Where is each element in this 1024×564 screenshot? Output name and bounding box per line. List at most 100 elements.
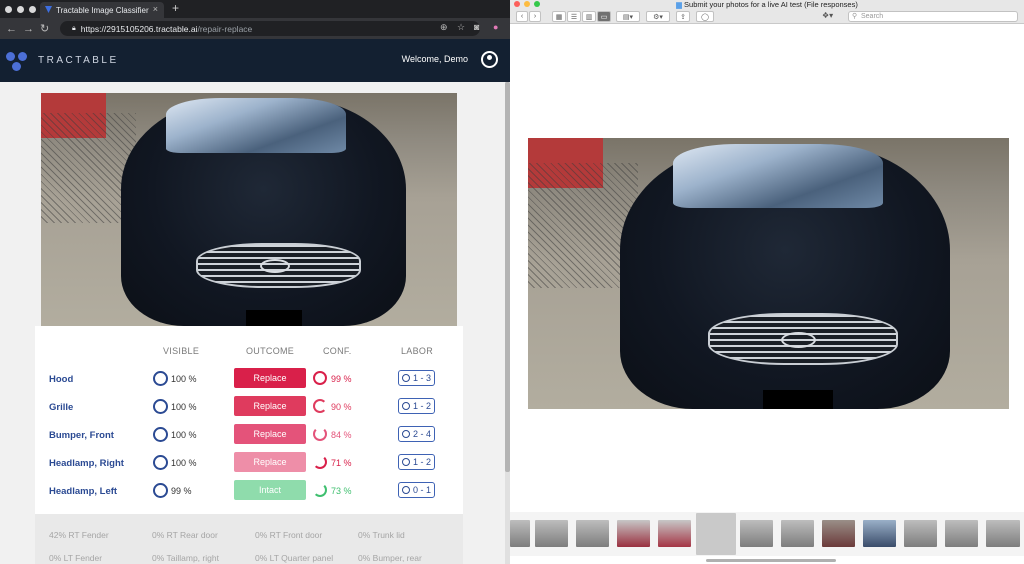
other-part: 0% LT Quarter panel [255,553,334,563]
browser-tab[interactable]: Tractable Image Classifier × [40,2,164,18]
visible-value: 100 % [171,402,197,412]
extension-icon[interactable]: ● [493,22,498,32]
search-input[interactable]: ⚲ Search [848,11,1018,22]
table-row[interactable]: Bumper, Front 100 % Replace 84 % 2 - 4 [35,422,463,450]
hyundai-badge-icon [781,332,816,348]
part-name: Headlamp, Right [49,458,124,469]
table-row[interactable]: Grille 100 % Replace 90 % 1 - 2 [35,394,463,422]
license-plate [246,310,302,326]
outcome-button[interactable]: Replace [234,368,306,388]
other-part: 0% LT Fender [49,553,103,563]
gear-icon[interactable]: ⚙▾ [646,11,670,22]
back-icon[interactable]: ← [6,23,17,35]
confidence-ring-icon [313,371,327,385]
url-input[interactable]: 🔒︎ https://2915105206.tractable.ai/repai… [60,21,480,36]
other-part: 0% Trunk lid [358,530,405,540]
thumbnail[interactable] [945,520,978,547]
forward-icon[interactable]: › [529,11,541,22]
url-path: /repair-replace [197,23,253,34]
table-row[interactable]: Headlamp, Left 99 % Intact 73 % 0 - 1 [35,478,463,506]
part-name: Hood [49,374,74,385]
table-row[interactable]: Hood 100 % Replace 99 % 1 - 3 [35,366,463,394]
icon-view-icon[interactable]: ▦ [552,11,566,22]
thumbnail[interactable] [986,520,1020,547]
back-icon[interactable]: ‹ [516,11,528,22]
camera-icon[interactable]: ◙ [474,22,479,32]
outcome-button[interactable]: Intact [234,480,306,500]
thumbnail[interactable] [510,520,530,547]
thumbnail[interactable] [863,520,896,547]
forward-icon[interactable]: → [23,23,34,35]
tag-icon[interactable]: ◯ [696,11,714,22]
car-photo-large [528,138,1009,409]
reload-icon[interactable]: ↻ [40,22,49,35]
visible-value: 100 % [171,430,197,440]
labor-value: 1 - 2 [412,457,431,467]
account-icon[interactable] [481,51,498,68]
hyundai-badge-icon [260,259,290,273]
viewer-title: Submit your photos for a live AI test (F… [684,0,858,9]
image-viewer-window: ▆ Submit your photos for a live AI test … [510,0,1024,564]
outcome-button[interactable]: Replace [234,452,306,472]
other-part: 0% Taillamp, right [152,553,219,563]
confidence-value: 71 % [331,458,352,468]
labor-badge[interactable]: 2 - 4 [398,426,435,442]
thumbnail[interactable] [535,520,568,547]
table-row[interactable]: Headlamp, Right 100 % Replace 71 % 1 - 2 [35,450,463,478]
column-view-icon[interactable]: ▥ [582,11,596,22]
thumbnail[interactable] [576,520,609,547]
search-icon: ⚲ [852,13,858,20]
other-part: 0% Bumper, rear [358,553,422,563]
welcome-text: Welcome, Demo [401,54,468,64]
viewer-titlebar: ▆ Submit your photos for a live AI test … [510,0,1024,9]
car-windshield [166,98,346,153]
list-view-icon[interactable]: ☰ [567,11,581,22]
group-menu-icon[interactable]: ▤▾ [616,11,640,22]
car-photo [41,93,457,326]
new-tab-icon[interactable]: + [172,1,179,15]
browser-tabbar: Tractable Image Classifier × + [0,0,510,18]
thumbnail[interactable] [781,520,814,547]
confidence-value: 90 % [331,402,352,412]
close-tab-icon[interactable]: × [153,4,158,14]
browser-window: Tractable Image Classifier × + ← → ↻ 🔒︎ … [0,0,510,564]
dropbox-icon[interactable]: ❖▾ [822,11,833,20]
gallery-view-icon[interactable]: ▭ [597,11,611,22]
visible-ring-icon [153,455,168,470]
zoom-icon[interactable]: ⊕ [440,22,448,33]
outcome-button[interactable]: Replace [234,424,306,444]
thumbnail[interactable] [658,520,691,547]
thumbnail-selected[interactable] [696,513,736,555]
other-part: 42% RT Fender [49,530,109,540]
confidence-value: 73 % [331,486,352,496]
window-controls[interactable] [0,5,36,13]
labor-badge[interactable]: 1 - 2 [398,398,435,414]
thumbnail-scrollbar[interactable] [706,559,836,562]
thumbnail[interactable] [617,520,650,547]
labor-badge[interactable]: 0 - 1 [398,482,435,498]
labor-value: 0 - 1 [412,485,431,495]
share-icon[interactable]: ⇪ [676,11,690,22]
labor-badge[interactable]: 1 - 3 [398,370,435,386]
confidence-value: 99 % [331,374,352,384]
thumbnail[interactable] [904,520,937,547]
labor-value: 1 - 3 [412,373,431,383]
thumbnail[interactable] [822,520,855,547]
other-part: 0% RT Rear door [152,530,218,540]
window-controls[interactable] [514,1,540,7]
labor-badge[interactable]: 1 - 2 [398,454,435,470]
address-bar: ← → ↻ 🔒︎ https://2915105206.tractable.ai… [0,18,510,39]
clock-icon [401,402,410,410]
bookmark-star-icon[interactable]: ☆ [457,22,465,33]
url-main: https://2915105206.tractable.ai [80,23,198,34]
col-visible: VISIBLE [163,346,200,356]
labor-value: 1 - 2 [412,401,431,411]
outcome-button[interactable]: Replace [234,396,306,416]
tab-title: Tractable Image Classifier [56,5,149,15]
thumbnail[interactable] [740,520,773,547]
part-name: Grille [49,402,74,413]
tractable-favicon-icon [45,6,52,13]
visible-ring-icon [153,427,168,442]
confidence-ring-icon [313,455,327,469]
search-placeholder: Search [861,13,884,20]
